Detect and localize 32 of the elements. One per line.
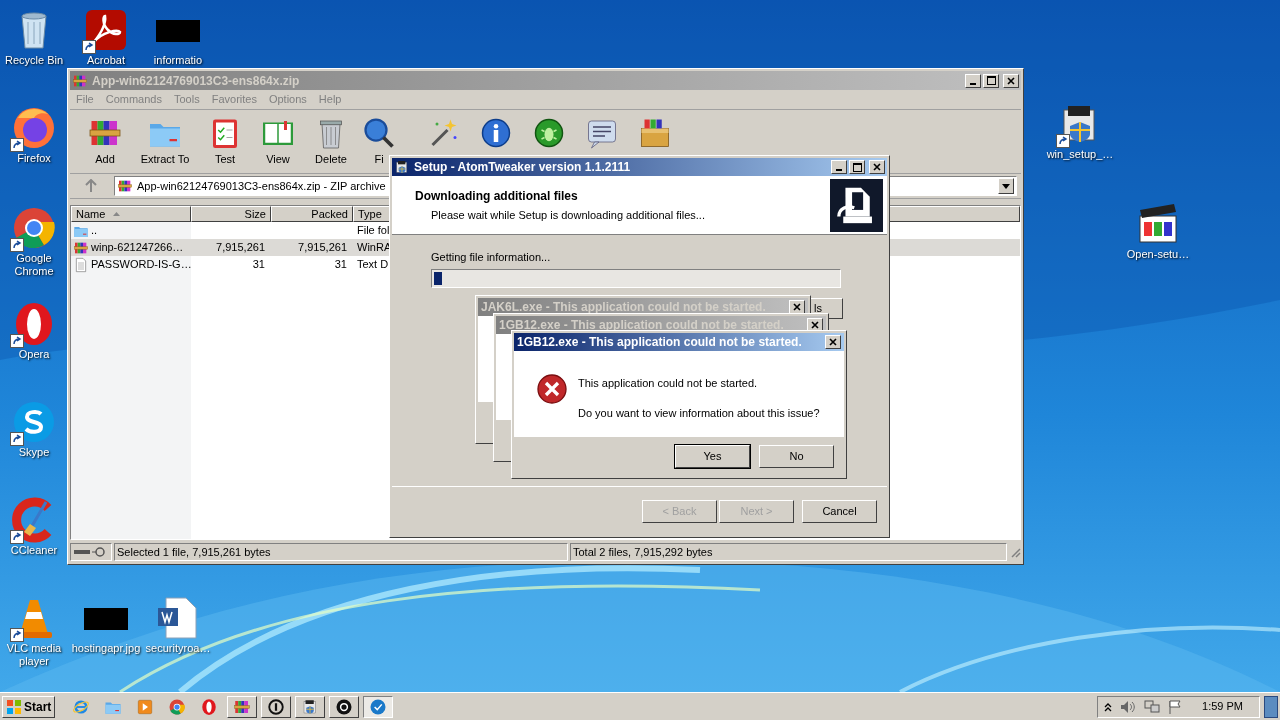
window-title: App-win62124769013C3-ens864x.zip bbox=[92, 72, 301, 90]
file-name: .. bbox=[91, 223, 98, 239]
clock: 1:59 PM bbox=[1202, 699, 1243, 715]
window-title: Setup - AtomTweaker version 1.1.2111 bbox=[414, 159, 632, 176]
page-heading: Downloading additional files bbox=[415, 187, 579, 205]
status-text: Total 2 files, 7,915,292 bytes bbox=[570, 543, 1007, 561]
icon-label: informatio bbox=[153, 54, 203, 67]
icon-label: Open-setu… bbox=[1126, 248, 1190, 261]
file-size: 31 bbox=[252, 258, 265, 271]
icon-label: Recycle Bin bbox=[4, 54, 64, 67]
icon-label: Firefox bbox=[17, 152, 51, 165]
packed-size: 31 bbox=[334, 258, 347, 271]
file-type: File fol bbox=[357, 224, 390, 237]
icon-label: Acrobat bbox=[87, 54, 125, 67]
icon-label: VLC media player bbox=[5, 642, 63, 668]
file-name: PASSWORD-IS-G… bbox=[91, 257, 192, 273]
file-name: winp-621247266… bbox=[91, 240, 184, 256]
packed-size: 7,915,261 bbox=[298, 241, 347, 254]
icon-label: Google Chrome bbox=[13, 252, 55, 278]
icon-label: win_setup_… bbox=[1046, 148, 1114, 161]
icon-label: CCleaner bbox=[10, 544, 58, 557]
icon-label: hostingapr.jpg bbox=[71, 642, 141, 655]
page-description: Please wait while Setup is downloading additional files... bbox=[430, 207, 706, 223]
status-text: Selected 1 file, 7,915,261 bytes bbox=[114, 543, 568, 561]
file-size: 7,915,261 bbox=[216, 241, 265, 254]
dialog-title: 1GB12.exe - This application could not be started. bbox=[517, 334, 803, 351]
message-text: This application could not be started. bbox=[578, 376, 759, 391]
icon-label: Opera bbox=[18, 348, 50, 361]
file-type: Text D bbox=[357, 258, 389, 271]
status-text: Getting file information... bbox=[431, 250, 552, 265]
icon-label: Skype bbox=[18, 446, 50, 459]
message-text: Do you want to view information about this issue? bbox=[578, 405, 820, 421]
